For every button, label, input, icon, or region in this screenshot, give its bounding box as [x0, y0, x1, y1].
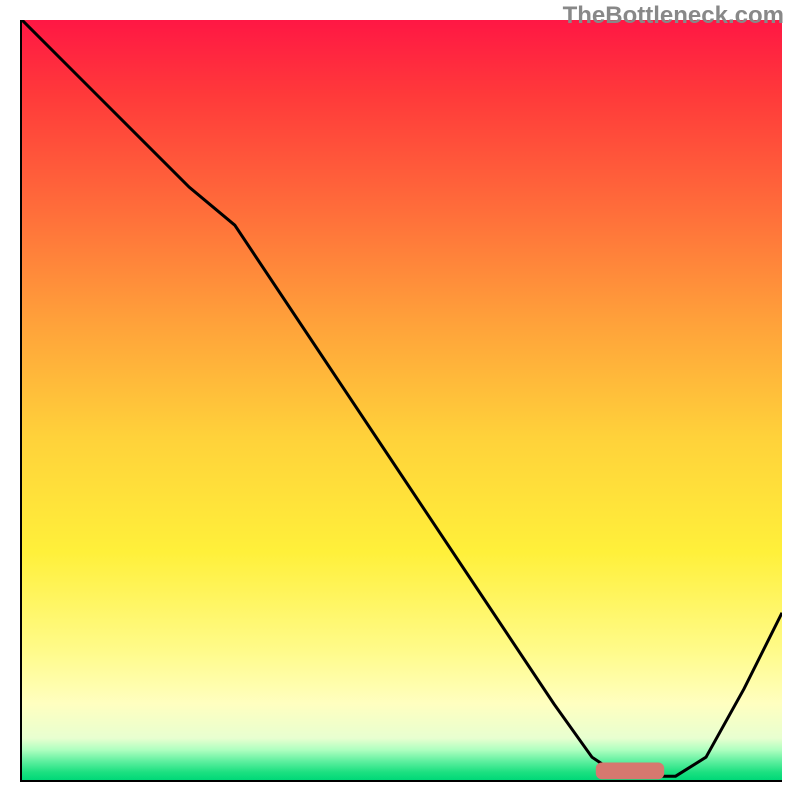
chart-plot-area	[20, 20, 782, 782]
watermark-text: TheBottleneck.com	[563, 2, 784, 30]
chart-optimum-marker	[596, 763, 664, 780]
chart-svg	[22, 20, 782, 780]
